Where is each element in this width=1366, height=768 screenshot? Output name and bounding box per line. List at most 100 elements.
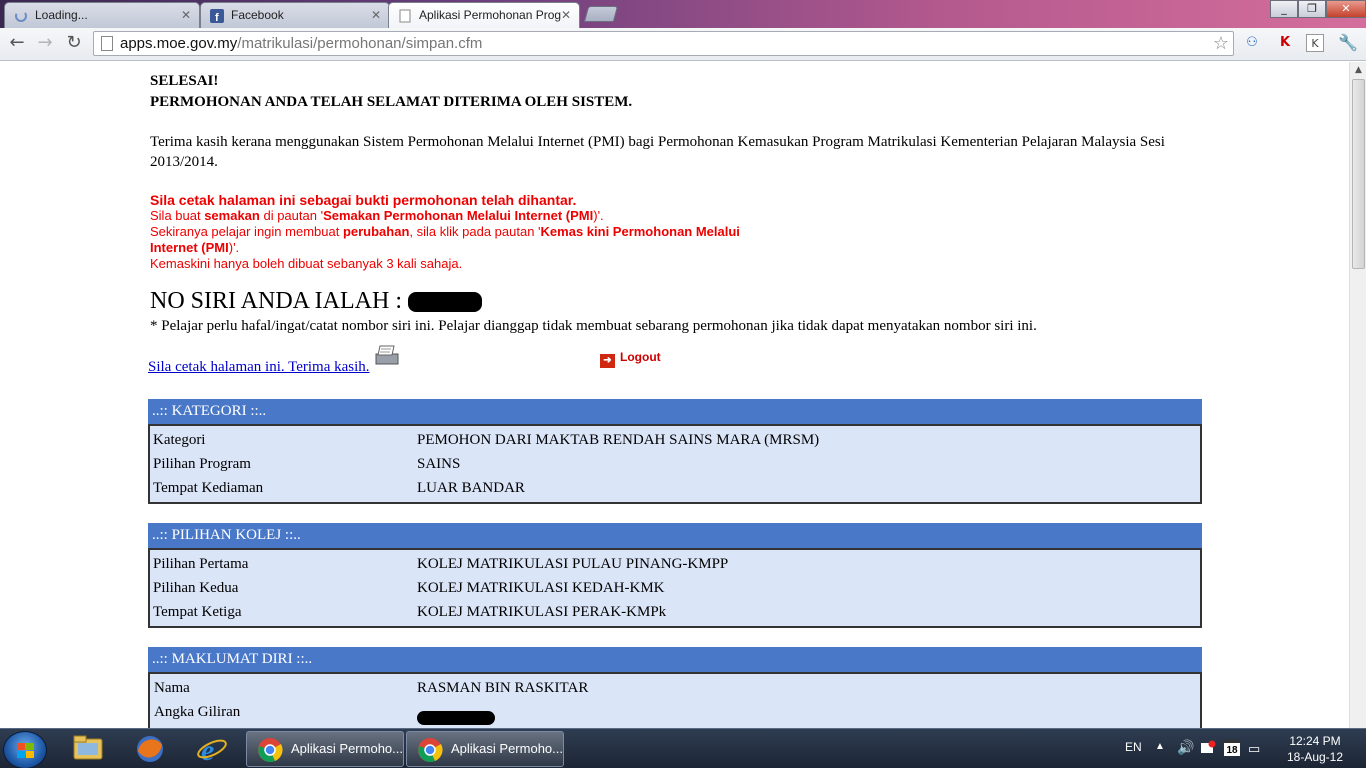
browser-toolbar: ← → ↻ apps.moe.gov.my/matrikulasi/permoh… — [0, 28, 1366, 61]
printer-icon[interactable] — [372, 344, 400, 368]
table-row: Tempat Kediaman LUAR BANDAR — [150, 476, 1200, 500]
table-row: Pilihan Pertama KOLEJ MATRIKULASI PULAU P… — [150, 552, 1200, 576]
page-content: SELESAI! PERMOHONAN ANDA TELAH SELAMAT D… — [148, 62, 1202, 728]
row-label: Tempat Ketiga — [153, 604, 242, 620]
wrench-menu-icon[interactable]: 🔧 — [1338, 34, 1358, 52]
row-value: KOLEJ MATRIKULASI PERAK-KMPk — [417, 604, 667, 620]
logout-label: Logout — [620, 350, 661, 364]
print-page-link[interactable]: Sila cetak halaman ini. Terima kasih. — [148, 359, 370, 376]
restore-button[interactable]: ❐ — [1298, 0, 1326, 18]
tab-strip: Loading... ✕ f Facebook ✕ Aplikasi Permo… — [0, 0, 1366, 29]
tab-loading[interactable]: Loading... ✕ — [4, 2, 200, 28]
network-alert-icon[interactable] — [1200, 740, 1216, 759]
address-bar[interactable]: apps.moe.gov.my/matrikulasi/permohonan/s… — [93, 31, 1234, 56]
taskbar-window-title: Aplikasi Permoho... — [451, 741, 563, 756]
section-header: ..:: PILIHAN KOLEJ ::.. — [148, 523, 1202, 548]
taskbar-window-aplikasi-2[interactable]: Aplikasi Permoho... — [406, 731, 564, 767]
serial-number-row: NO SIRI ANDA IALAH : — [150, 288, 482, 315]
row-value: KOLEJ MATRIKULASI PULAU PINANG-KMPP — [417, 556, 729, 572]
facebook-icon: f — [210, 9, 224, 24]
tab-title: Facebook — [231, 8, 284, 22]
language-indicator[interactable]: EN — [1125, 740, 1142, 754]
windows-explorer-icon[interactable] — [62, 733, 114, 767]
scroll-thumb[interactable] — [1352, 79, 1365, 269]
section-header: ..:: MAKLUMAT DIRI ::.. — [148, 647, 1202, 672]
row-label: Nama — [154, 680, 190, 696]
chrome-icon — [418, 738, 443, 762]
section-kategori: ..:: KATEGORI ::.. Kategori PEMOHON DARI … — [148, 399, 1202, 504]
notice-limit: Kemaskini hanya boleh dibuat sebanyak 3 … — [150, 256, 463, 271]
tab-close-icon[interactable]: ✕ — [371, 8, 381, 22]
row-label: Pilihan Kedua — [153, 580, 239, 596]
section-maklumat-diri: ..:: MAKLUMAT DIRI ::.. Nama RASMAN BIN R… — [148, 647, 1202, 728]
row-value: KOLEJ MATRIKULASI KEDAH-KMK — [417, 580, 665, 596]
redacted-value — [417, 705, 495, 728]
close-button[interactable]: ✕ — [1326, 0, 1366, 18]
kaspersky-icon[interactable]: K — [1276, 34, 1294, 52]
bookmark-star-icon[interactable]: ☆ — [1213, 32, 1229, 55]
system-clock[interactable]: 12:24 PM 18-Aug-12 — [1270, 733, 1360, 765]
notice-perubahan-cont: Internet (PMI)'. — [150, 240, 240, 255]
show-hidden-icons-arrow-icon[interactable]: ▲ — [1155, 741, 1165, 752]
section-body: Pilihan Pertama KOLEJ MATRIKULASI PULAU P… — [148, 548, 1202, 628]
serial-footnote: * Pelajar perlu hafal/ingat/catat nombor… — [150, 318, 1037, 334]
scroll-up-arrow-icon[interactable]: ▲ — [1350, 62, 1366, 79]
row-label: Kategori — [153, 432, 206, 448]
url-path: /matrikulasi/permohonan/simpan.cfm — [237, 35, 483, 52]
internet-explorer-icon[interactable]: e — [186, 733, 238, 767]
page-icon — [101, 36, 113, 51]
tab-title: Loading... — [35, 8, 88, 22]
redacted-serial — [408, 292, 482, 313]
table-row: Pilihan Program SAINS — [150, 452, 1200, 476]
extension-k-icon[interactable]: K — [1306, 34, 1324, 52]
tab-aplikasi[interactable]: Aplikasi Permohonan Prog ✕ — [388, 2, 580, 29]
chrome-icon — [258, 738, 283, 762]
firefox-icon[interactable] — [124, 733, 176, 767]
section-body: Kategori PEMOHON DARI MAKTAB RENDAH SAINS… — [148, 424, 1202, 504]
section-body: Nama RASMAN BIN RASKITAR Angka Giliran — [148, 672, 1202, 728]
status-heading: SELESAI! — [150, 73, 219, 89]
new-tab-button[interactable] — [583, 6, 619, 22]
tab-facebook[interactable]: f Facebook ✕ — [200, 2, 390, 28]
row-label: Pilihan Program — [153, 456, 251, 472]
row-label: Tempat Kediaman — [153, 480, 264, 496]
thanks-paragraph: Terima kasih kerana menggunakan Sistem P… — [150, 134, 1165, 170]
loading-spinner-icon — [14, 9, 28, 23]
minimize-button[interactable]: _ — [1270, 0, 1298, 18]
taskbar-window-aplikasi-1[interactable]: Aplikasi Permoho... — [246, 731, 404, 767]
row-value: SAINS — [417, 456, 461, 472]
table-row: Pilihan Kedua KOLEJ MATRIKULASI KEDAH-KMK — [150, 576, 1200, 600]
back-arrow-icon[interactable]: ← — [6, 33, 28, 55]
table-row: Nama RASMAN BIN RASKITAR — [150, 676, 1200, 700]
vertical-scrollbar[interactable]: ▲ — [1349, 62, 1366, 728]
section-header: ..:: KATEGORI ::.. — [148, 399, 1202, 424]
volume-icon[interactable]: 🔊 — [1177, 739, 1194, 756]
section-pilihan-kolej: ..:: PILIHAN KOLEJ ::.. Pilihan PertamaK… — [148, 523, 1202, 628]
row-label: Angka Giliran — [154, 704, 241, 720]
clock-time: 12:24 PM — [1289, 734, 1341, 748]
row-label: Pilihan Pertama — [153, 556, 249, 572]
reload-icon[interactable]: ↻ — [63, 33, 85, 55]
table-row: Kategori PEMOHON DARI MAKTAB RENDAH SAINS… — [150, 428, 1200, 452]
tab-close-icon[interactable]: ✕ — [561, 8, 571, 22]
serial-label: NO SIRI ANDA IALAH : — [150, 288, 402, 314]
page-viewport: SELESAI! PERMOHONAN ANDA TELAH SELAMAT D… — [0, 62, 1349, 728]
row-value: PEMOHON DARI MAKTAB RENDAH SAINS MARA (M… — [417, 432, 820, 448]
table-row: Angka Giliran — [150, 700, 1200, 725]
row-value: RASMAN BIN RASKITAR — [417, 680, 589, 696]
svg-text:e: e — [201, 734, 214, 765]
table-row: Tempat Ketiga KOLEJ MATRIKULASI PERAK-KMP… — [150, 600, 1200, 624]
tab-close-icon[interactable]: ✕ — [181, 8, 191, 22]
start-button[interactable] — [3, 731, 47, 768]
page-icon — [398, 9, 412, 23]
taskbar-window-title: Aplikasi Permoho... — [291, 741, 403, 756]
calendar-tray-icon[interactable]: 18 — [1224, 740, 1240, 756]
display-tray-icon[interactable]: ▭ — [1248, 741, 1260, 757]
url-host: apps.moe.gov.my — [120, 35, 238, 52]
forward-arrow-icon[interactable]: → — [34, 33, 56, 55]
logout-icon: ➜ — [600, 354, 615, 368]
extension-icon[interactable]: ⚇ — [1243, 34, 1261, 52]
logout-button[interactable]: ➜ Logout — [600, 350, 661, 368]
notice-semakan: Sila buat semakan di pautan 'Semakan Per… — [150, 208, 604, 223]
row-value: LUAR BANDAR — [417, 480, 525, 496]
